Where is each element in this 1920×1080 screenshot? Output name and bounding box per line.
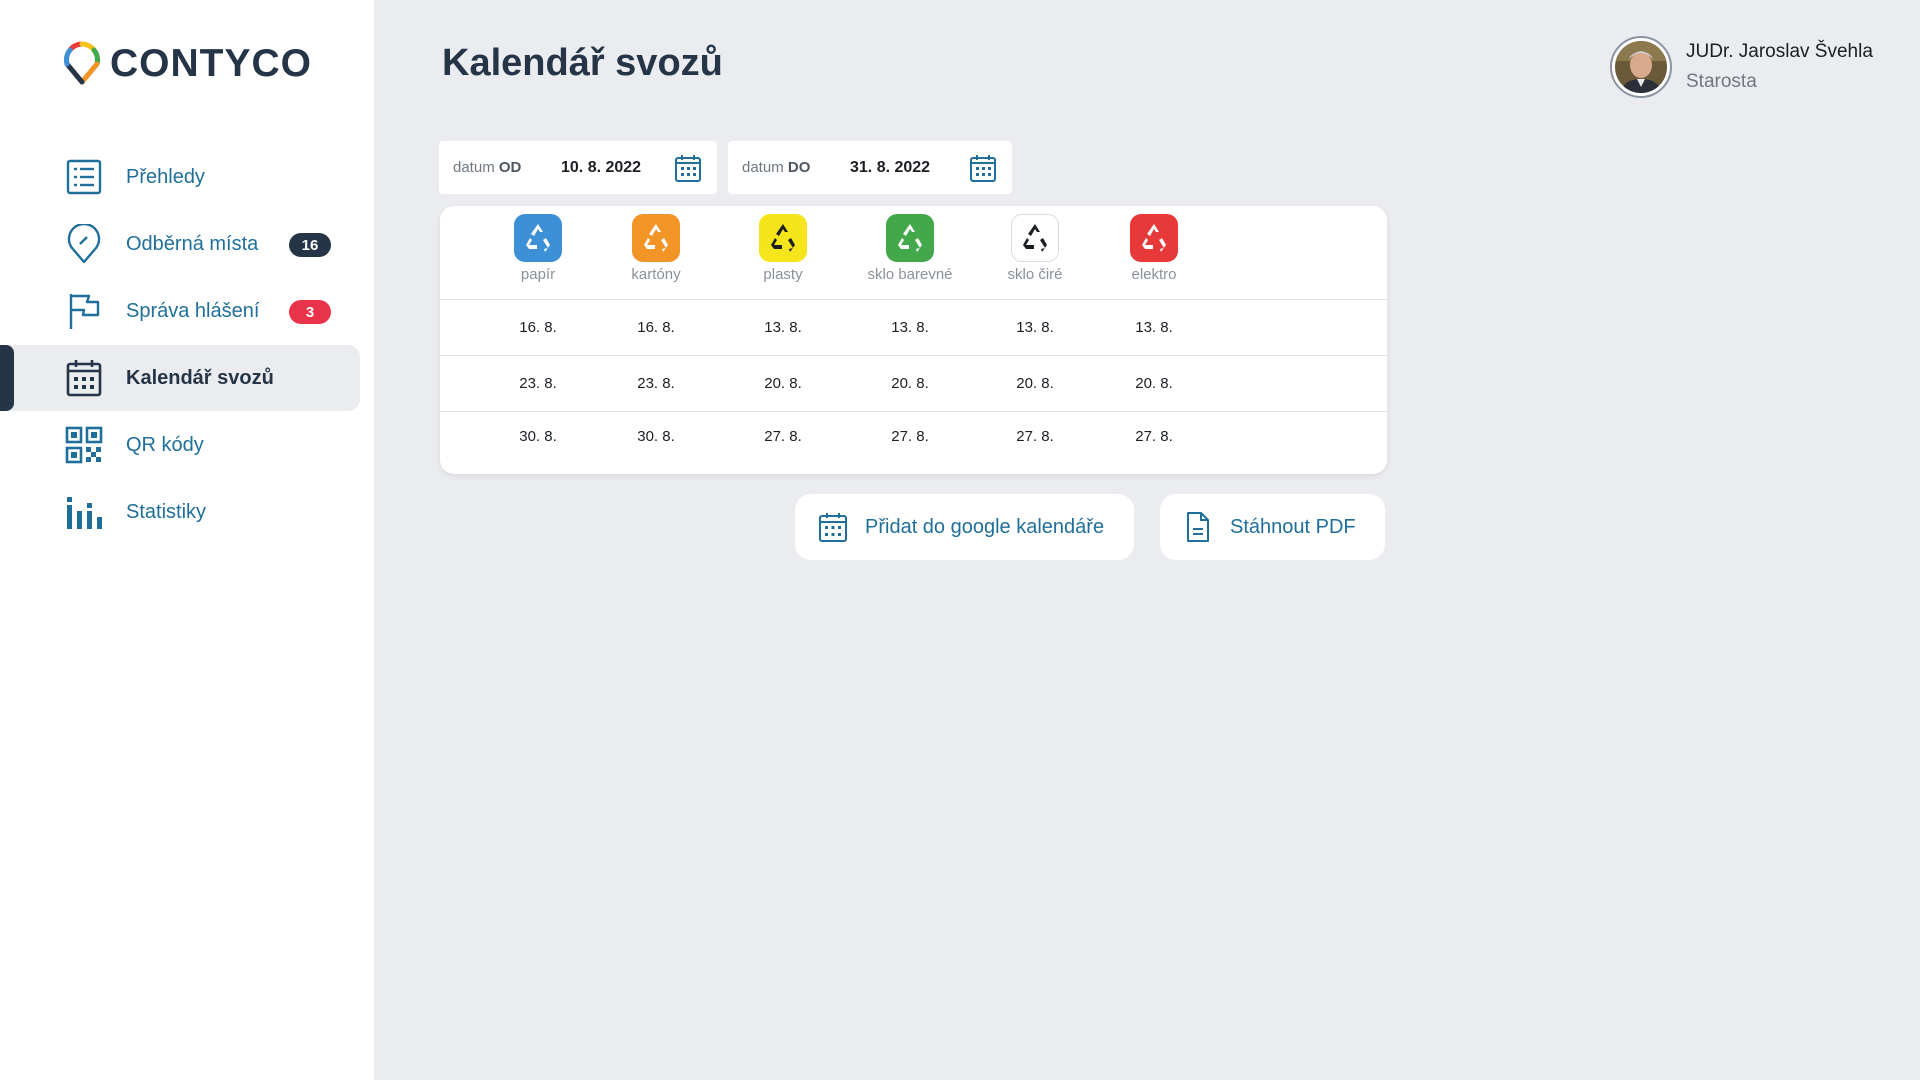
map-pin-icon (64, 224, 104, 264)
sidebar-nav: Přehledy Odběrná místa 16 Správa hlášení… (0, 144, 374, 546)
add-to-google-calendar-label: Přidat do google kalendáře (865, 515, 1105, 538)
sidebar-item-statistiky[interactable]: Statistiky (0, 479, 374, 545)
user-role: Starosta (1686, 71, 1757, 92)
sidebar-item-odberna-mista[interactable]: Odběrná místa 16 (0, 211, 374, 277)
download-pdf-button[interactable]: Stáhnout PDF (1160, 494, 1385, 560)
page-title: Kalendář svozů (442, 42, 723, 84)
add-to-google-calendar-button[interactable]: Přidat do google kalendáře (795, 494, 1134, 560)
brand-name: CONTYCO (110, 42, 312, 85)
recycle-icon (514, 214, 562, 262)
calendar-icon (819, 513, 847, 542)
date-from-label: datum OD (453, 159, 522, 176)
download-pdf-label: Stáhnout PDF (1230, 515, 1356, 538)
count-badge: 16 (289, 233, 331, 257)
brand-logo[interactable]: CONTYCO (62, 40, 312, 88)
user-profile[interactable]: JUDr. Jaroslav Švehla Starosta (1610, 36, 1873, 98)
collection-schedule-table: papír kartóny plasty sklo barevné sklo čiré e… (440, 206, 1387, 474)
user-name: JUDr. Jaroslav Švehla (1686, 41, 1873, 62)
sidebar-item-sprava-hlaseni[interactable]: Správa hlášení 3 (0, 278, 374, 344)
avatar[interactable] (1610, 36, 1672, 98)
bar-chart-icon (64, 492, 104, 532)
date-to-value: 31. 8. 2022 (850, 158, 931, 176)
sidebar-item-label: Správa hlášení (126, 299, 260, 322)
sidebar-item-label: Přehledy (126, 165, 205, 188)
table-row: 30. 8. 30. 8. 27. 8. 27. 8. 27. 8. 27. 8. (440, 412, 1387, 474)
document-icon (1187, 512, 1209, 542)
count-badge: 3 (289, 300, 331, 324)
collection-date-cell: 27. 8. (1135, 428, 1173, 445)
list-icon (64, 157, 104, 197)
recycle-icon (759, 214, 807, 262)
qr-code-icon (64, 425, 104, 465)
collection-date-cell: 13. 8. (1135, 319, 1173, 336)
waste-category: elektro (1079, 214, 1229, 283)
avatar-photo (1615, 41, 1667, 93)
calendar-icon (64, 358, 104, 398)
sidebar: CONTYCO Přehledy Odběrná místa 16 Správa… (0, 0, 374, 1080)
sidebar-item-label: Odběrná místa (126, 232, 259, 255)
date-from-field[interactable]: datum OD 10. 8. 2022 (439, 141, 717, 194)
sidebar-item-label: QR kódy (126, 433, 204, 456)
recycle-icon (1011, 214, 1059, 262)
waste-category-label: elektro (1131, 266, 1177, 283)
recycle-icon (1130, 214, 1178, 262)
recycle-icon (632, 214, 680, 262)
date-from-value: 10. 8. 2022 (561, 158, 642, 176)
logo-pin-icon (64, 41, 100, 85)
sidebar-item-kalendar-svozu[interactable]: Kalendář svozů (0, 345, 360, 411)
calendar-icon[interactable] (968, 153, 998, 183)
sidebar-item-label: Statistiky (126, 500, 207, 523)
calendar-icon[interactable] (673, 153, 703, 183)
date-to-field[interactable]: datum DO 31. 8. 2022 (728, 141, 1012, 194)
recycle-icon (886, 214, 934, 262)
sidebar-item-qr-kody[interactable]: QR kódy (0, 412, 374, 478)
table-row: 16. 8. 16. 8. 13. 8. 13. 8. 13. 8. 13. 8. (440, 300, 1387, 356)
date-to-label: datum DO (742, 159, 811, 176)
table-row: 23. 8. 23. 8. 20. 8. 20. 8. 20. 8. 20. 8. (440, 356, 1387, 412)
sidebar-item-label: Kalendář svozů (126, 366, 274, 389)
flag-icon (64, 291, 104, 331)
category-header-row: papír kartóny plasty sklo barevné sklo čiré e… (440, 206, 1387, 300)
sidebar-item-prehledy[interactable]: Přehledy (0, 144, 374, 210)
collection-date-cell: 20. 8. (1135, 375, 1173, 392)
